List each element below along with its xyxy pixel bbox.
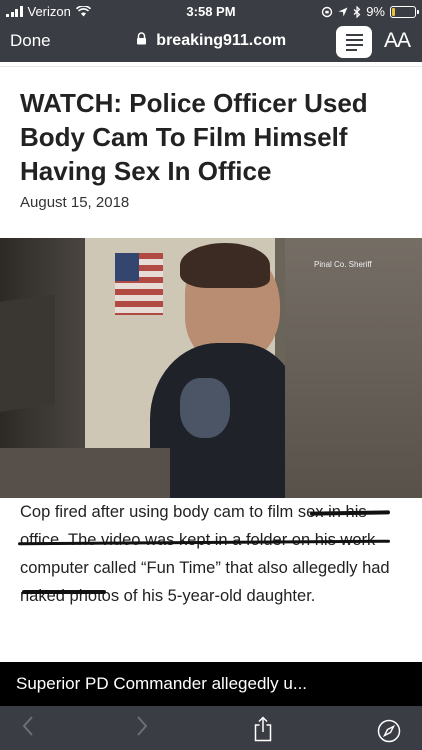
- rotation-lock-icon: [322, 6, 333, 17]
- divider: [0, 62, 422, 67]
- browser-toolbar: Done breaking911.com AA: [0, 22, 422, 62]
- flag-shape: [115, 253, 163, 315]
- reader-view-button[interactable]: [336, 26, 372, 58]
- article-image: Pinal Co. Sheriff: [0, 238, 422, 498]
- battery-fill: [392, 7, 395, 16]
- text-size-button[interactable]: AA: [384, 29, 411, 53]
- image-caption: Pinal Co. Sheriff: [314, 260, 372, 269]
- reader-icon: [345, 33, 363, 36]
- lock-icon: [136, 32, 146, 45]
- chevron-right-icon[interactable]: [136, 715, 148, 737]
- battery-icon: [390, 5, 419, 18]
- share-icon[interactable]: [254, 716, 272, 742]
- url-text: breaking911.com: [156, 32, 287, 49]
- location-icon: [338, 7, 348, 16]
- battery-percent: 9%: [366, 4, 385, 19]
- article-headline: WATCH: Police Officer Used Body Cam To F…: [20, 88, 368, 186]
- shoulder-patch: [180, 378, 230, 438]
- status-icons: 9%: [321, 4, 419, 19]
- bluetooth-icon: [353, 5, 361, 18]
- article-date: August 15, 2018: [20, 194, 130, 211]
- video-banner[interactable]: Superior PD Commander allegedly u...: [0, 662, 422, 706]
- status-bar: Verizon 3:58 PM 9%: [0, 0, 422, 22]
- text-size-label: AA: [384, 29, 411, 52]
- compass-icon[interactable]: [377, 719, 401, 743]
- bottom-toolbar: [0, 706, 422, 750]
- underline-mark: [22, 590, 106, 594]
- chevron-left-icon[interactable]: [22, 715, 34, 737]
- article-view[interactable]: WATCH: Police Officer Used Body Cam To F…: [0, 62, 422, 662]
- banner-text: Superior PD Commander allegedly u...: [16, 674, 308, 693]
